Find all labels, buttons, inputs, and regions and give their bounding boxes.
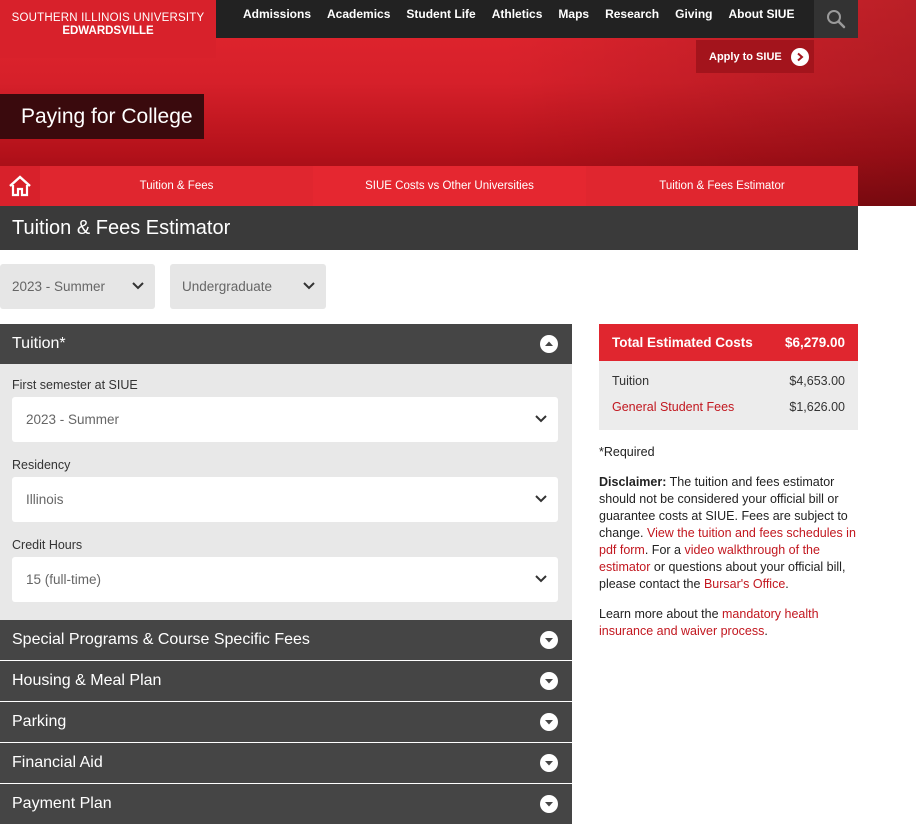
siue-logo[interactable]: SOUTHERN ILLINOIS UNIVERSITY EDWARDSVILL… xyxy=(0,0,216,58)
home-button[interactable] xyxy=(0,166,40,206)
accordion-tuition-panel: First semester at SIUE 2023 - Summer Res… xyxy=(0,364,572,620)
top-navigation: Admissions Academics Student Life Athlet… xyxy=(216,0,814,38)
sidebar-info: *Required Disclaimer: The tuition and fe… xyxy=(599,444,858,653)
apply-label: Apply to SIUE xyxy=(709,50,782,63)
credit-hours-value: 15 (full-time) xyxy=(26,572,102,587)
nav-admissions[interactable]: Admissions xyxy=(243,7,311,21)
chevron-down-icon xyxy=(540,754,558,772)
summary-row-label: Tuition xyxy=(612,374,650,388)
required-note: *Required xyxy=(599,445,655,459)
apply-button[interactable]: Apply to SIUE xyxy=(696,40,814,73)
credit-hours-label: Credit Hours xyxy=(12,538,83,552)
chevron-down-icon xyxy=(540,713,558,731)
summary-row-fees: General Student Fees $1,626.00 xyxy=(612,400,845,426)
accordion-payment-plan[interactable]: Payment Plan xyxy=(0,784,572,824)
accordion-special-programs[interactable]: Special Programs & Course Specific Fees xyxy=(0,620,572,660)
disclaimer: Disclaimer: The tuition and fees estimat… xyxy=(599,474,858,593)
nav-research[interactable]: Research xyxy=(605,7,659,21)
insurance-text: . xyxy=(764,624,768,638)
tab-estimator[interactable]: Tuition & Fees Estimator xyxy=(586,166,858,206)
summary-row-value: $4,653.00 xyxy=(789,374,845,388)
level-select[interactable]: Undergraduate xyxy=(170,264,326,309)
nav-academics[interactable]: Academics xyxy=(327,7,390,21)
accordion-title: Financial Aid xyxy=(12,754,103,771)
disclaimer-label: Disclaimer: xyxy=(599,475,667,489)
first-semester-value: 2023 - Summer xyxy=(26,412,120,427)
accordion-housing-meal[interactable]: Housing & Meal Plan xyxy=(0,661,572,701)
bursar-office-link[interactable]: Bursar's Office xyxy=(704,577,785,591)
search-icon xyxy=(827,10,846,29)
insurance-text: Learn more about the xyxy=(599,607,722,621)
chevron-down-icon xyxy=(303,282,315,290)
summary-breakdown: Tuition $4,653.00 General Student Fees $… xyxy=(599,361,858,430)
tab-tuition-fees[interactable]: Tuition & Fees xyxy=(40,166,313,206)
nav-maps[interactable]: Maps xyxy=(558,7,589,21)
accordion-title: Special Programs & Course Specific Fees xyxy=(12,631,310,648)
chevron-down-icon xyxy=(535,495,547,503)
chevron-up-icon xyxy=(540,335,558,353)
disclaimer-text: . xyxy=(785,577,789,591)
chevron-down-icon xyxy=(535,575,547,583)
logo-line1: SOUTHERN ILLINOIS UNIVERSITY xyxy=(11,12,205,24)
tab-costs-comparison[interactable]: SIUE Costs vs Other Universities xyxy=(313,166,586,206)
term-select[interactable]: 2023 - Summer xyxy=(0,264,155,309)
page-title: Paying for College xyxy=(0,94,204,139)
section-subnav: Tuition & Fees SIUE Costs vs Other Unive… xyxy=(0,166,858,206)
first-semester-label: First semester at SIUE xyxy=(12,378,138,392)
accordion-tuition-title: Tuition* xyxy=(12,335,66,352)
accordion-title: Housing & Meal Plan xyxy=(12,672,162,689)
logo-line2: EDWARDSVILLE xyxy=(62,25,154,37)
residency-value: Illinois xyxy=(26,492,64,507)
summary-row-tuition: Tuition $4,653.00 xyxy=(612,374,845,400)
summary-total: $6,279.00 xyxy=(784,335,845,350)
credit-hours-select[interactable]: 15 (full-time) xyxy=(12,557,558,602)
search-button[interactable] xyxy=(814,0,858,38)
level-select-value: Undergraduate xyxy=(182,279,273,294)
chevron-down-icon xyxy=(540,795,558,813)
accordion-parking[interactable]: Parking xyxy=(0,702,572,742)
summary-header: Total Estimated Costs $6,279.00 xyxy=(599,324,858,361)
residency-select[interactable]: Illinois xyxy=(12,477,558,522)
accordion-title: Payment Plan xyxy=(12,795,112,812)
chevron-down-icon xyxy=(132,282,144,290)
section-title: Tuition & Fees Estimator xyxy=(0,206,858,250)
insurance-note: Learn more about the mandatory health in… xyxy=(599,606,858,640)
nav-about[interactable]: About SIUE xyxy=(728,7,794,21)
arrow-right-circle-icon xyxy=(790,47,809,66)
chevron-down-icon xyxy=(540,672,558,690)
accordion-tuition-header[interactable]: Tuition* xyxy=(0,324,572,364)
nav-athletics[interactable]: Athletics xyxy=(492,7,543,21)
accordion-title: Parking xyxy=(12,713,67,730)
summary-title: Total Estimated Costs xyxy=(612,335,753,350)
general-fees-link[interactable]: General Student Fees xyxy=(612,400,734,426)
nav-student-life[interactable]: Student Life xyxy=(406,7,475,21)
accordion-financial-aid[interactable]: Financial Aid xyxy=(0,743,572,783)
chevron-down-icon xyxy=(535,415,547,423)
nav-giving[interactable]: Giving xyxy=(675,7,712,21)
term-select-value: 2023 - Summer xyxy=(12,279,106,294)
residency-label: Residency xyxy=(12,458,71,472)
summary-row-value: $1,626.00 xyxy=(789,400,845,414)
home-icon xyxy=(9,175,31,197)
first-semester-select[interactable]: 2023 - Summer xyxy=(12,397,558,442)
page-background xyxy=(858,206,916,827)
disclaimer-text: . For a xyxy=(644,543,685,557)
chevron-down-icon xyxy=(540,631,558,649)
